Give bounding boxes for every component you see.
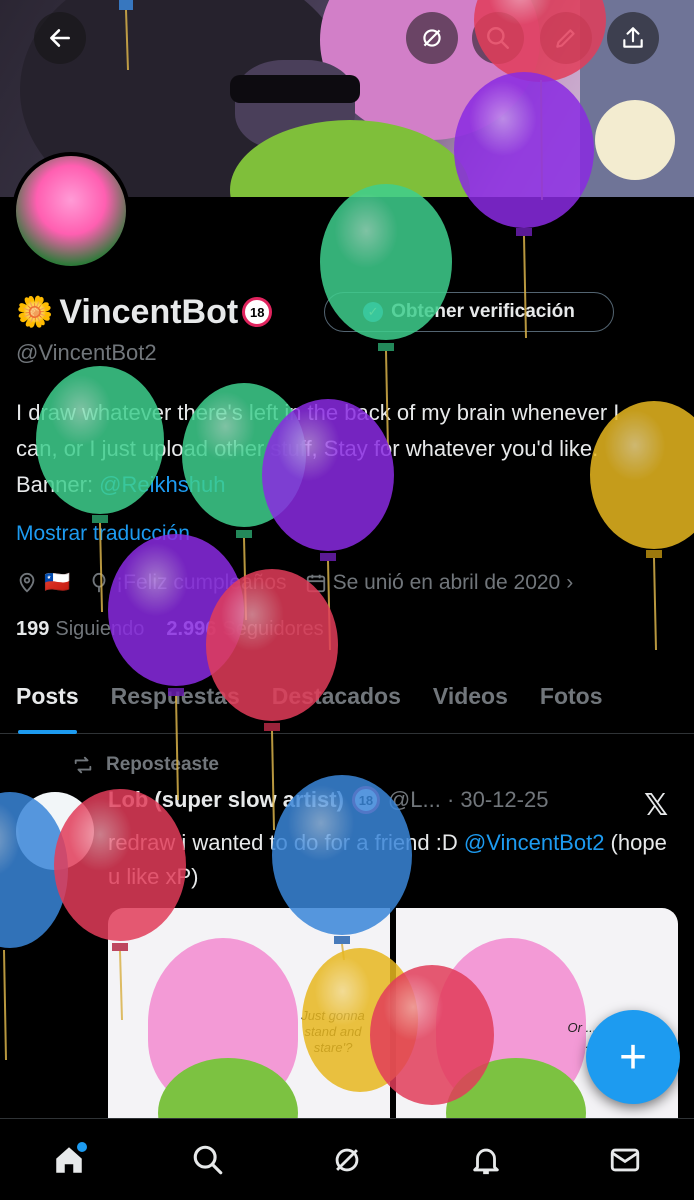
repost-indicator: Reposteaste [72,754,219,776]
post-text-start: redraw i wanted to do for a friend :D [108,830,464,855]
show-translation-link[interactable]: Mostrar traducción [16,522,190,546]
nav-home[interactable] [39,1130,99,1190]
flower-emoji: 🌼 [16,295,54,329]
verified-check-icon: ✓ [363,302,384,322]
birthday-label: ¡Feliz cumpleaños [116,571,287,594]
age-18-badge: 18 [351,786,380,814]
tab-highlights[interactable]: Destacados [256,660,417,734]
post-text: redraw i wanted to do for a friend :D @V… [108,826,668,894]
search-button[interactable] [472,12,524,64]
banner-art [595,100,675,180]
edit-icon [556,29,575,48]
banner-art [230,75,360,103]
tab-replies[interactable]: Respuestas [95,660,256,734]
following-label: Siguiendo [55,618,145,640]
nav-grok[interactable] [317,1130,377,1190]
follow-stats: 199 Siguiendo 2.996 Seguidores [16,618,324,641]
profile-meta: 🇨🇱 ¡Feliz cumpleaños Se unió en abril de… [16,566,591,600]
balloon-icon [92,572,106,593]
location-item: 🇨🇱 [16,571,70,595]
notification-dot [77,1141,88,1152]
post-author-name[interactable]: Lob (super slow artist) [108,787,344,813]
profile-avatar[interactable] [12,152,130,270]
grok-icon [423,29,441,47]
followers-count: 2.996 [166,618,217,640]
age-18-badge: 18 [242,297,273,327]
birthday-item: ¡Feliz cumpleaños [88,571,287,595]
following-link[interactable]: 199 Siguiendo [16,618,144,641]
post-author-avatar[interactable] [16,792,94,870]
edit-button[interactable] [540,12,592,64]
repost-icon [74,756,92,774]
share-button[interactable] [607,12,659,64]
post-header: Lob (super slow artist) 18 @L... · 30-12… [108,786,548,814]
grok-button[interactable] [406,12,458,64]
chevron-right-icon: › [566,571,574,594]
joined-item: Se unió en abril de 2020 › [305,571,574,595]
nav-notifications[interactable] [456,1130,516,1190]
back-button[interactable] [34,12,86,64]
followers-label: Seguidores [222,618,324,640]
x-logo-icon: 𝕏 [644,789,669,822]
bell-icon [473,1148,499,1174]
compose-post-button[interactable]: + [586,1010,680,1104]
repost-label: Reposteaste [106,754,219,775]
share-icon [623,27,643,48]
profile-tabs: Posts Respuestas Destacados Videos Fotos [0,660,694,734]
profile-handle: @VincentBot2 [16,340,157,365]
nav-messages[interactable] [595,1130,655,1190]
get-verified-label: Obtener verificación [391,301,575,322]
followers-link[interactable]: 2.996 Seguidores [166,618,323,641]
bio-mention-link[interactable]: @Reikhshuh [99,472,225,497]
following-count: 199 [16,618,50,640]
post-meta: @L... · 30-12-25 [387,787,549,812]
bottom-navigation [0,1118,694,1200]
joined-label: Se unió en abril de 2020 [332,571,561,594]
get-verified-button[interactable]: ✓ Obtener verificación [324,292,614,332]
location-flag: 🇨🇱 [44,571,71,594]
profile-name-row: 🌼 VincentBot 18 [16,290,273,334]
display-name: VincentBot [59,292,239,331]
profile-bio: I draw whatever there's left in the back… [16,395,656,503]
grok-icon [335,1148,359,1171]
image-caption-left: Just gonna stand and stare'? [301,1008,365,1055]
tab-photos[interactable]: Fotos [524,660,619,734]
search-icon [193,1145,223,1174]
mail-icon [610,1148,639,1171]
post-mention-link[interactable]: @VincentBot2 [464,830,605,855]
post-image-left[interactable]: Just gonna stand and stare'? [108,908,390,1128]
tab-posts[interactable]: Posts [0,660,95,734]
search-icon [487,27,509,49]
nav-search[interactable] [178,1130,238,1190]
location-pin-icon [19,572,35,593]
back-arrow-icon [50,29,70,47]
calendar-icon [306,574,325,593]
tab-videos[interactable]: Videos [417,660,524,734]
